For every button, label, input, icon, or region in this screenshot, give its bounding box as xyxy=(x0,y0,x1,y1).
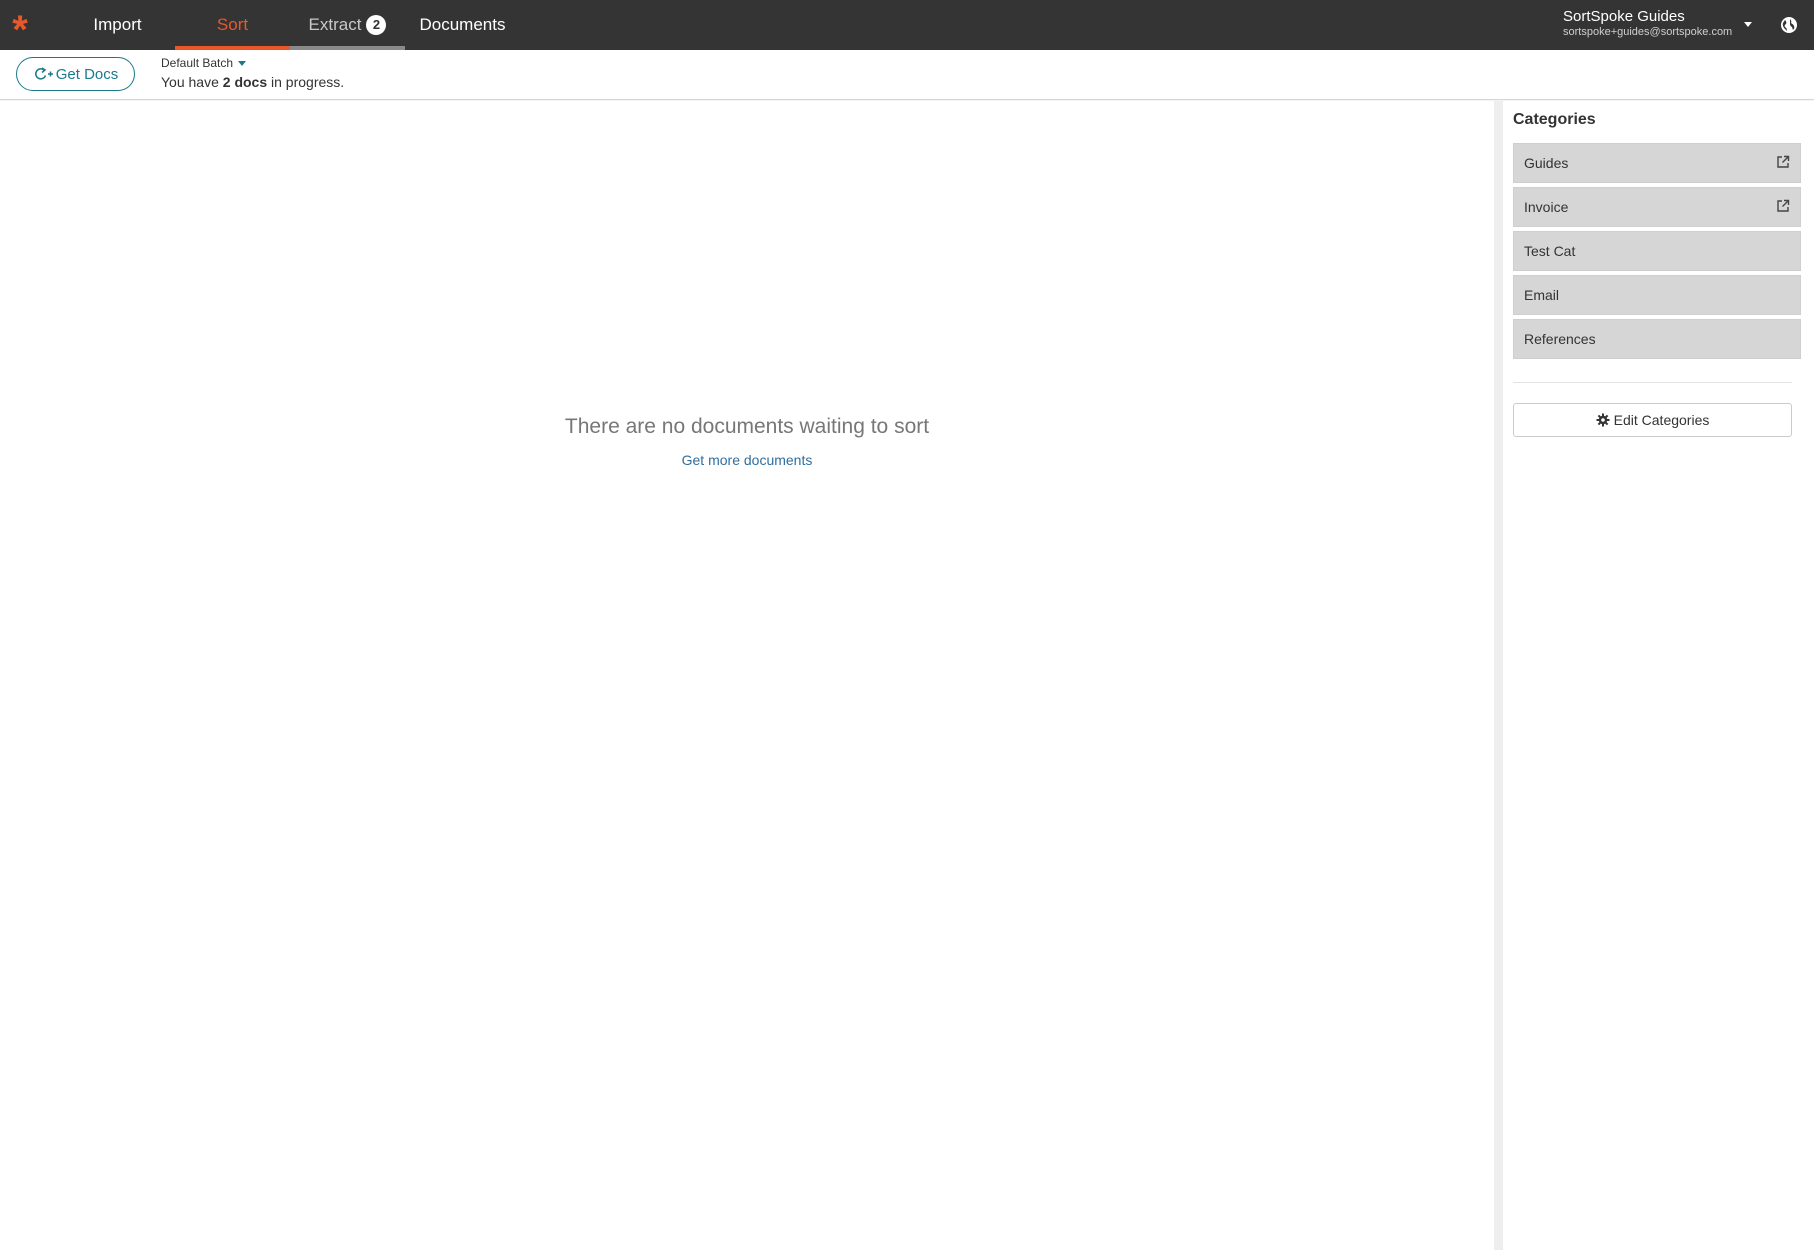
category-invoice[interactable]: Invoice xyxy=(1513,187,1801,227)
tab-documents[interactable]: Documents xyxy=(405,0,520,50)
tab-sort-label: Sort xyxy=(216,15,249,34)
categories-sidebar: Categories Guides Invoice Test Cat Email… xyxy=(1503,101,1814,1250)
sidebar-divider xyxy=(1513,382,1792,383)
sort-workspace: There are no documents waiting to sort G… xyxy=(0,101,1494,1250)
progress-prefix: You have xyxy=(161,74,223,90)
progress-count: 2 docs xyxy=(222,74,268,90)
category-label: Invoice xyxy=(1524,199,1569,215)
globe-icon[interactable] xyxy=(1780,16,1798,34)
category-email[interactable]: Email xyxy=(1513,275,1801,315)
tab-extract[interactable]: Extract 2 xyxy=(290,0,405,50)
category-label: Test Cat xyxy=(1524,243,1576,259)
category-list: Guides Invoice Test Cat Email References xyxy=(1513,143,1801,363)
batch-toolbar: Get Docs Default Batch You have 2 docs i… xyxy=(0,50,1814,100)
caret-down-icon xyxy=(238,60,247,66)
category-label: Email xyxy=(1524,287,1560,303)
extract-count-badge: 2 xyxy=(366,15,387,35)
category-label: References xyxy=(1524,331,1596,347)
edit-categories-button[interactable]: Edit Categories xyxy=(1513,403,1792,437)
batch-dropdown[interactable]: Default Batch xyxy=(161,56,247,70)
category-references[interactable]: References xyxy=(1513,319,1801,359)
external-link-icon[interactable] xyxy=(1776,155,1790,169)
category-test-cat[interactable]: Test Cat xyxy=(1513,231,1801,271)
get-docs-label: Get Docs xyxy=(55,65,119,83)
refresh-plus-icon xyxy=(34,67,53,80)
category-guides[interactable]: Guides xyxy=(1513,143,1801,183)
tab-extract-label: Extract xyxy=(308,15,362,34)
tab-import-label: Import xyxy=(93,15,142,34)
panel-divider[interactable] xyxy=(1494,101,1503,1250)
get-more-documents-link[interactable]: Get more documents xyxy=(0,452,1494,468)
progress-suffix: in progress. xyxy=(267,74,345,90)
gear-icon xyxy=(1596,413,1610,427)
top-navbar: * Import Sort Extract 2 Documents SortSp… xyxy=(0,0,1814,50)
app-logo[interactable]: * xyxy=(0,0,40,50)
batch-label: Default Batch xyxy=(161,56,234,70)
external-link-icon[interactable] xyxy=(1776,199,1790,213)
empty-state-title: There are no documents waiting to sort xyxy=(564,415,930,438)
progress-status: You have 2 docs in progress. xyxy=(161,74,344,90)
tab-documents-label: Documents xyxy=(419,15,506,34)
tab-sort[interactable]: Sort xyxy=(175,0,290,50)
user-menu[interactable]: SortSpoke Guides sortspoke+guides@sortsp… xyxy=(1563,8,1753,39)
tab-import[interactable]: Import xyxy=(60,0,175,50)
chevron-down-icon[interactable] xyxy=(1744,22,1752,27)
categories-title: Categories xyxy=(1513,111,1596,128)
user-email: sortspoke+guides@sortspoke.com xyxy=(1563,26,1733,38)
edit-categories-label: Edit Categories xyxy=(1613,412,1710,428)
category-label: Guides xyxy=(1524,155,1569,171)
get-docs-button[interactable]: Get Docs xyxy=(16,57,135,91)
user-name: SortSpoke Guides xyxy=(1563,8,1685,25)
